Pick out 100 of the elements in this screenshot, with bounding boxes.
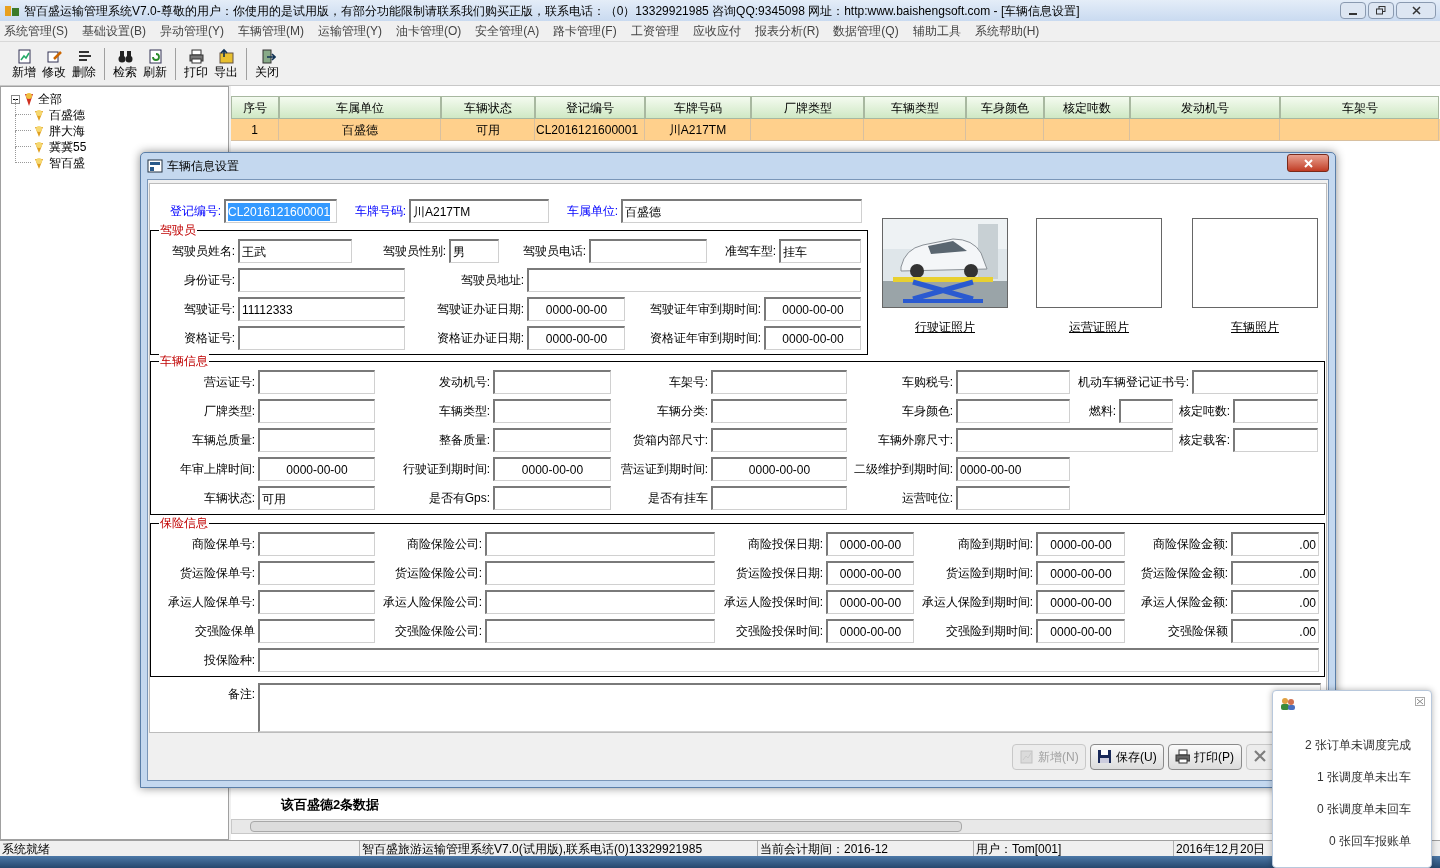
input-field[interactable] <box>711 399 847 423</box>
input-field[interactable]: 0000-00-00 <box>1036 619 1125 643</box>
input-field[interactable] <box>589 239 707 263</box>
photo-frame[interactable] <box>1192 218 1318 308</box>
input-field[interactable] <box>485 532 715 556</box>
menu-item[interactable]: 油卡管理(O) <box>396 22 462 40</box>
input-field[interactable]: 0000-00-00 <box>527 326 625 350</box>
input-field[interactable] <box>527 268 861 292</box>
input-field[interactable]: 0000-00-00 <box>826 532 914 556</box>
photo-frame[interactable] <box>1036 218 1162 308</box>
input-field[interactable]: .00 <box>1231 590 1319 614</box>
input-field[interactable]: 0000-00-00 <box>711 457 847 481</box>
input-field[interactable] <box>711 428 847 452</box>
tree-item[interactable]: 百盛德 <box>49 106 85 124</box>
minimize-button[interactable] <box>1340 2 1366 19</box>
input-field[interactable]: 0000-00-00 <box>1036 532 1125 556</box>
dialog-button[interactable]: 打印(P) <box>1168 743 1242 770</box>
toolbar-button[interactable]: 关闭 <box>253 43 281 84</box>
input-field[interactable]: 川A217TM <box>409 199 549 223</box>
column-header[interactable]: 发动机号 <box>1130 96 1280 119</box>
input-field[interactable] <box>956 370 1070 394</box>
input-field[interactable]: 0000-00-00 <box>956 457 1070 481</box>
input-field[interactable]: 男 <box>449 239 499 263</box>
input-field[interactable] <box>258 648 1319 672</box>
menu-item[interactable]: 应收应付 <box>692 22 741 40</box>
input-field[interactable] <box>258 370 375 394</box>
input-field[interactable] <box>493 370 611 394</box>
column-header[interactable]: 车身颜色 <box>966 96 1044 119</box>
scroll-thumb[interactable] <box>250 821 962 832</box>
input-field[interactable]: 挂车 <box>779 239 861 263</box>
input-field[interactable]: 王武 <box>238 239 352 263</box>
notification-text[interactable]: 1 张调度单未出车 <box>1317 767 1411 787</box>
menu-item[interactable]: 辅助工具 <box>912 22 961 40</box>
dialog-button[interactable]: 保存(U) <box>1090 743 1164 770</box>
input-field[interactable]: 0000-00-00 <box>826 590 914 614</box>
menu-item[interactable]: 运输管理(Y) <box>318 22 382 40</box>
column-header[interactable]: 厂牌类型 <box>751 96 864 119</box>
photo-link[interactable]: 行驶证照片 <box>915 318 975 336</box>
input-field[interactable]: .00 <box>1231 532 1319 556</box>
input-field[interactable] <box>485 590 715 614</box>
input-field[interactable] <box>493 428 611 452</box>
input-field[interactable]: .00 <box>1231 561 1319 585</box>
input-field[interactable] <box>258 619 375 643</box>
menu-item[interactable]: 报表分析(R) <box>754 22 820 40</box>
input-field[interactable] <box>238 268 405 292</box>
input-field[interactable]: .00 <box>1231 619 1319 643</box>
menu-item[interactable]: 数据管理(Q) <box>833 22 899 40</box>
menu-item[interactable]: 系统管理(S) <box>4 22 68 40</box>
photo-link[interactable]: 运营证照片 <box>1069 318 1129 336</box>
tree-item[interactable]: 冀冀55 <box>49 138 87 156</box>
close-button[interactable] <box>1396 2 1436 19</box>
toolbar-button[interactable]: 检索 <box>111 43 139 84</box>
input-field[interactable] <box>1233 399 1318 423</box>
input-field[interactable]: 0000-00-00 <box>826 561 914 585</box>
input-field[interactable] <box>493 486 611 510</box>
menu-item[interactable]: 车辆管理(M) <box>238 22 304 40</box>
input-field[interactable] <box>485 561 715 585</box>
input-field[interactable] <box>711 370 847 394</box>
input-field[interactable] <box>258 399 375 423</box>
input-field[interactable]: 可用 <box>258 486 375 510</box>
input-field[interactable] <box>956 486 1070 510</box>
column-header[interactable]: 核定吨数 <box>1044 96 1130 119</box>
expander-icon[interactable] <box>11 94 20 104</box>
menu-item[interactable]: 异动管理(Y) <box>160 22 224 40</box>
toolbar-button[interactable]: 打印 <box>182 43 210 84</box>
column-header[interactable]: 车辆状态 <box>441 96 535 119</box>
input-field[interactable] <box>238 326 405 350</box>
menu-item[interactable]: 工资管理 <box>630 22 679 40</box>
input-field[interactable] <box>711 486 847 510</box>
input-field[interactable]: 0000-00-00 <box>1036 561 1125 585</box>
input-field[interactable] <box>956 399 1070 423</box>
input-field[interactable]: 11112333 <box>238 297 405 321</box>
input-field[interactable] <box>1119 399 1173 423</box>
input-field[interactable] <box>1233 428 1318 452</box>
input-field[interactable] <box>485 619 715 643</box>
column-header[interactable]: 登记编号 <box>535 96 645 119</box>
menu-item[interactable]: 路卡管理(F) <box>553 22 617 40</box>
column-header[interactable]: 车属单位 <box>279 96 441 119</box>
input-field[interactable]: 0000-00-00 <box>258 457 375 481</box>
notification-text[interactable]: 2 张订单未调度完成 <box>1305 735 1411 755</box>
input-field[interactable]: 0000-00-00 <box>764 297 861 321</box>
menu-item[interactable]: 安全管理(A) <box>475 22 540 40</box>
input-field[interactable]: 0000-00-00 <box>826 619 914 643</box>
input-field[interactable] <box>258 532 375 556</box>
restore-button[interactable] <box>1368 2 1394 19</box>
input-field[interactable]: 0000-00-00 <box>764 326 861 350</box>
input-field[interactable]: 0000-00-00 <box>493 457 611 481</box>
column-header[interactable]: 车牌号码 <box>645 96 751 119</box>
input-field[interactable] <box>493 399 611 423</box>
toolbar-button[interactable]: 修改 <box>40 43 68 84</box>
photo-link[interactable]: 车辆照片 <box>1231 318 1279 336</box>
toolbar-button[interactable]: 导出 <box>212 43 240 84</box>
input-field[interactable] <box>956 428 1173 452</box>
column-header[interactable]: 序号 <box>231 96 279 119</box>
tree-item[interactable]: 胖大海 <box>49 122 85 140</box>
input-field[interactable]: 0000-00-00 <box>1036 590 1125 614</box>
tree-item[interactable]: 智百盛 <box>49 154 85 172</box>
toolbar-button[interactable]: 新增 <box>10 43 38 84</box>
input-field[interactable] <box>258 561 375 585</box>
toolbar-button[interactable]: 删除 <box>70 43 98 84</box>
